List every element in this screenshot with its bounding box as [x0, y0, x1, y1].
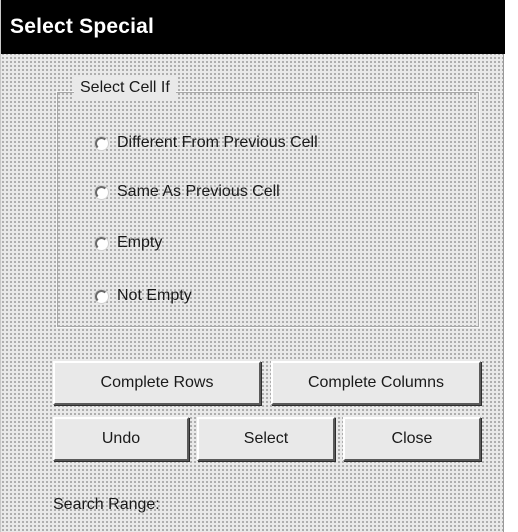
- radio-button[interactable]: [95, 136, 108, 150]
- search-range-label: Search Range:: [53, 496, 160, 513]
- option-label: Different From Previous Cell: [117, 134, 318, 151]
- select-special-dialog: Select Special Select Cell If Different …: [0, 0, 505, 532]
- option-label: Not Empty: [117, 287, 192, 304]
- title-bar[interactable]: Select Special: [1, 0, 505, 54]
- close-button[interactable]: Close: [343, 417, 481, 461]
- option-label: Same As Previous Cell: [117, 183, 280, 200]
- option-same-as-previous-cell[interactable]: Same As Previous Cell: [95, 180, 280, 204]
- group-label: Select Cell If: [74, 77, 176, 99]
- dialog-title: Select Special: [10, 15, 155, 38]
- select-button[interactable]: Select: [197, 417, 335, 461]
- option-label: Empty: [117, 234, 163, 251]
- option-empty[interactable]: Empty: [95, 231, 162, 255]
- select-label: Select: [243, 430, 289, 447]
- complete-columns-label: Complete Columns: [307, 374, 445, 391]
- radio-button[interactable]: [95, 185, 108, 199]
- undo-button[interactable]: Undo: [53, 417, 189, 461]
- close-label: Close: [391, 430, 433, 447]
- undo-label: Undo: [101, 430, 141, 447]
- complete-rows-label: Complete Rows: [100, 374, 214, 391]
- radio-button[interactable]: [95, 236, 108, 250]
- complete-rows-button[interactable]: Complete Rows: [53, 361, 261, 405]
- complete-columns-button[interactable]: Complete Columns: [271, 361, 481, 405]
- option-not-empty[interactable]: Not Empty: [95, 284, 192, 308]
- option-different-from-previous-cell[interactable]: Different From Previous Cell: [95, 131, 318, 155]
- radio-button[interactable]: [95, 289, 108, 303]
